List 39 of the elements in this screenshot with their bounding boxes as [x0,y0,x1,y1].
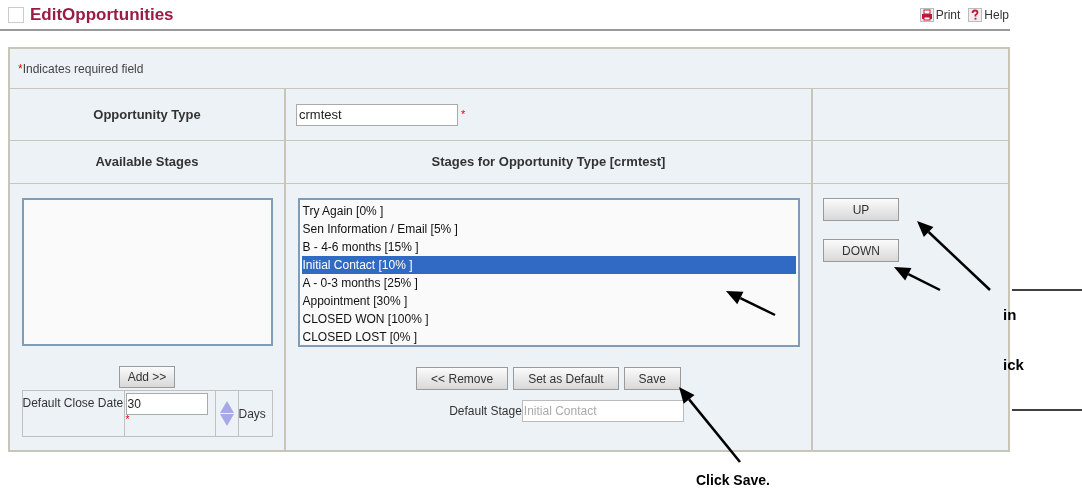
available-stages-list[interactable] [21,198,273,346]
order-button[interactable]: UP [823,198,899,221]
spin-up-icon[interactable] [219,401,234,413]
spin-down-icon[interactable] [219,414,234,426]
order-button[interactable]: DOWN [823,239,899,262]
callout-caption: Click Save. [696,471,770,490]
column-heading: Stages for Opportunity Type [crmtest] [431,153,666,172]
stage-option[interactable]: Sen Information / Email [5% ] [301,220,796,238]
stage-option[interactable]: Initial Contact [10% ] [301,256,796,274]
header-link[interactable]: Print [919,5,961,24]
collapse-icon[interactable] [8,6,24,23]
stage-option[interactable]: Appointment [30% ] [301,292,796,310]
stage-option[interactable]: B - 4-6 months [15% ] [301,238,796,256]
field-label: Opportunity Type [93,105,201,124]
required-mark: * [125,415,130,425]
stages-list[interactable]: Try Again [0% ] Sen Information / Email [5% ] B - 4-6 months [15% ] Initial Contact [10% ] A - 0-3 months [25% ] Appointment [30% ] CLOSED WON [100% ] CLOSED LOST [0% ] [297,198,800,347]
stage-option[interactable]: Try Again [0% ] [301,202,796,220]
required-note: *Indicates required field [18,60,144,78]
stage-option[interactable]: A - 0-3 months [25% ] [301,274,796,292]
callout-arrow [726,291,776,317]
add-button[interactable]: Add >> [118,366,176,388]
column-heading: Available Stages [95,153,199,172]
field-label: Default Close Date [22,391,125,436]
unit-label: Days [238,405,267,423]
opportunity-type-field[interactable]: crmtest [296,103,458,126]
close-date-field[interactable]: 30 [125,393,208,415]
page-title: EditOpportunities [30,3,174,26]
help-icon [968,7,983,22]
field-label: Default Stage [449,403,522,420]
action-button[interactable]: Set as Default [513,367,619,390]
stage-option[interactable]: CLOSED LOST [0% ] [301,328,796,346]
callout-text: in [1003,305,1017,325]
header-link[interactable]: Help [968,5,1009,24]
action-button[interactable]: << Remove [416,367,509,390]
callout-text: ick [1003,355,1024,375]
action-button[interactable]: Save [623,367,681,390]
printer-icon [919,7,934,22]
stage-option[interactable]: CLOSED WON [100% ] [301,310,796,328]
required-mark: * [461,107,466,123]
